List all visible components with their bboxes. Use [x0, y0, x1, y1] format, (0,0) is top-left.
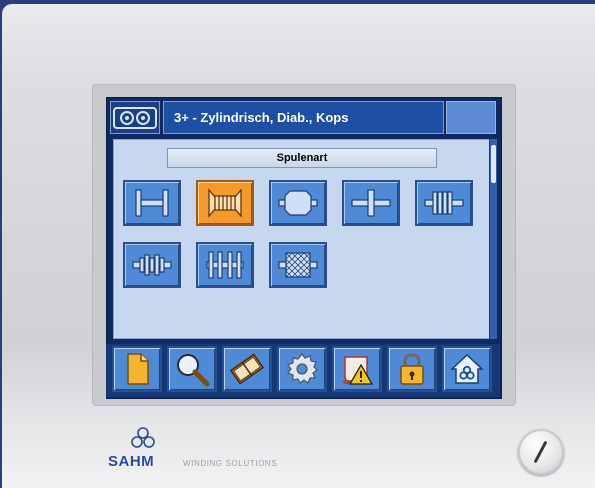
home-icon[interactable] — [442, 346, 492, 392]
book-icon[interactable] — [222, 346, 272, 392]
key-switch-knob[interactable] — [518, 429, 564, 475]
h-spool-icon[interactable] — [123, 180, 181, 226]
vertical-scrollbar[interactable] — [489, 139, 497, 339]
magnifier-icon[interactable] — [167, 346, 217, 392]
multi-disc-spool-icon[interactable] — [415, 180, 473, 226]
section-label: Spulenart — [167, 148, 437, 168]
double-spool-icon[interactable] — [110, 101, 160, 134]
cross-spool-icon[interactable] — [342, 180, 400, 226]
sahm-logo-icon — [131, 427, 155, 448]
gear-icon[interactable] — [277, 346, 327, 392]
document-icon[interactable] — [112, 346, 162, 392]
spool-type-panel — [113, 139, 491, 339]
crosshatch-spool-icon[interactable] — [269, 242, 327, 288]
brand-logo: SAHM WINDING SOLUTIONS — [108, 424, 308, 474]
conical-drum-spool-icon[interactable] — [269, 180, 327, 226]
knob-indicator — [533, 440, 548, 464]
flanged-coil-spool-icon[interactable] — [196, 180, 254, 226]
title-bar: 3+ - Zylindrisch, Diab., Kops — [110, 101, 496, 135]
segmented-spool-icon[interactable] — [123, 242, 181, 288]
scroll-thumb[interactable] — [491, 145, 496, 183]
brand-tagline: WINDING SOLUTIONS — [183, 459, 278, 468]
brand-name: SAHM — [108, 453, 155, 470]
warning-scroll-icon[interactable] — [332, 346, 382, 392]
padlock-icon[interactable] — [387, 346, 437, 392]
multi-flange-spool-icon[interactable] — [196, 242, 254, 288]
title-corner-button[interactable] — [446, 101, 496, 134]
page-title: 3+ - Zylindrisch, Diab., Kops — [163, 101, 444, 134]
